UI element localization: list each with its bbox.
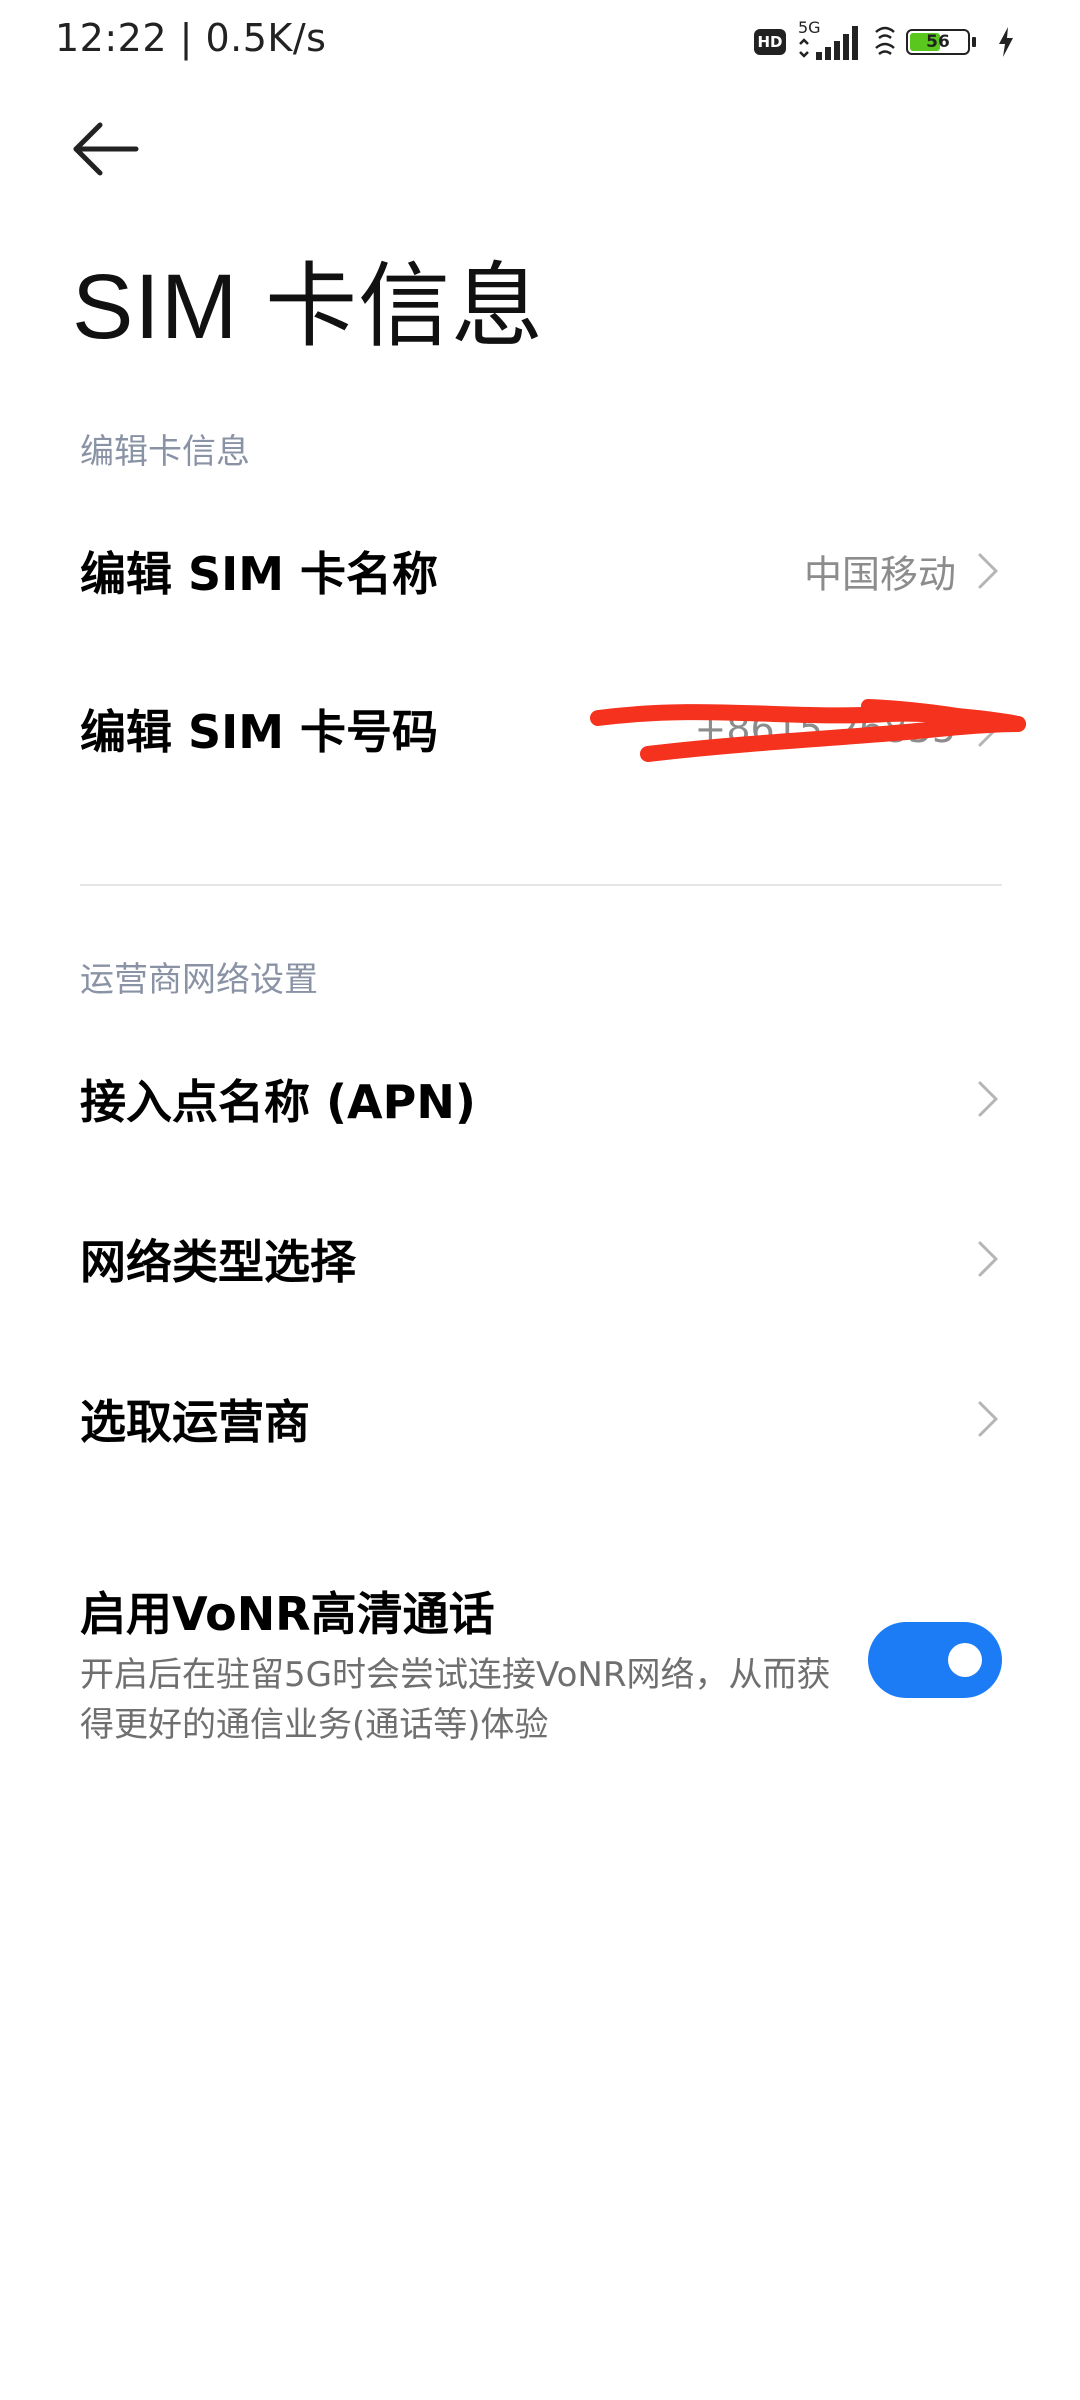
status-icons: HD 5G 56 xyxy=(754,18,1016,64)
vonr-title: 启用VoNR高清通话 xyxy=(80,1587,495,1641)
choose-carrier-row[interactable]: 选取运营商 xyxy=(0,1340,1080,1498)
vonr-toggle[interactable] xyxy=(868,1622,1002,1698)
status-time: 12:22 | 0.5K/s xyxy=(55,16,327,60)
sim-number-value: +8615 26835 xyxy=(694,707,956,751)
edit-sim-number-row[interactable]: 编辑 SIM 卡号码 +8615 26835 xyxy=(0,650,1080,808)
chevron-right-icon xyxy=(978,711,998,747)
battery-icon: 56 xyxy=(906,27,986,57)
status-bar: 12:22 | 0.5K/s HD 5G 56 xyxy=(0,0,1080,84)
network-type-label: 5G xyxy=(798,18,821,37)
edit-sim-name-label: 编辑 SIM 卡名称 xyxy=(80,547,439,601)
apn-label: 接入点名称 (APN) xyxy=(80,1075,476,1129)
chevron-right-icon xyxy=(978,1401,998,1437)
choose-carrier-label: 选取运营商 xyxy=(80,1395,310,1449)
back-button[interactable] xyxy=(70,118,142,180)
battery-level: 56 xyxy=(926,32,950,52)
edit-sim-name-row[interactable]: 编辑 SIM 卡名称 中国移动 xyxy=(0,492,1080,650)
chevron-right-icon xyxy=(978,553,998,589)
signal-5g-icon: 5G xyxy=(796,18,864,62)
arrow-left-icon xyxy=(73,122,139,176)
section-header-edit-card: 编辑卡信息 xyxy=(80,432,250,472)
chevron-right-icon xyxy=(978,1241,998,1277)
vonr-row[interactable]: 启用VoNR高清通话 开启后在驻留5G时会尝试连接VoNR网络，从而获得更好的通… xyxy=(0,1560,1080,1760)
edit-sim-number-label: 编辑 SIM 卡号码 xyxy=(80,705,439,759)
wifi-signal-icon xyxy=(875,26,895,56)
apn-row[interactable]: 接入点名称 (APN) xyxy=(0,1020,1080,1178)
vonr-description: 开启后在驻留5G时会尝试连接VoNR网络，从而获得更好的通信业务(通话等)体验 xyxy=(80,1655,831,1745)
network-type-row[interactable]: 网络类型选择 xyxy=(0,1180,1080,1338)
sim-name-value: 中国移动 xyxy=(803,552,956,597)
charging-bolt-icon xyxy=(999,27,1013,57)
network-type-label-text: 网络类型选择 xyxy=(80,1235,356,1289)
section-header-carrier-network: 运营商网络设置 xyxy=(80,960,318,1000)
section-divider xyxy=(80,884,1002,886)
chevron-right-icon xyxy=(978,1081,998,1117)
hd-icon: HD xyxy=(754,29,786,55)
page-title: SIM 卡信息 xyxy=(72,256,545,358)
toggle-knob xyxy=(948,1643,982,1677)
